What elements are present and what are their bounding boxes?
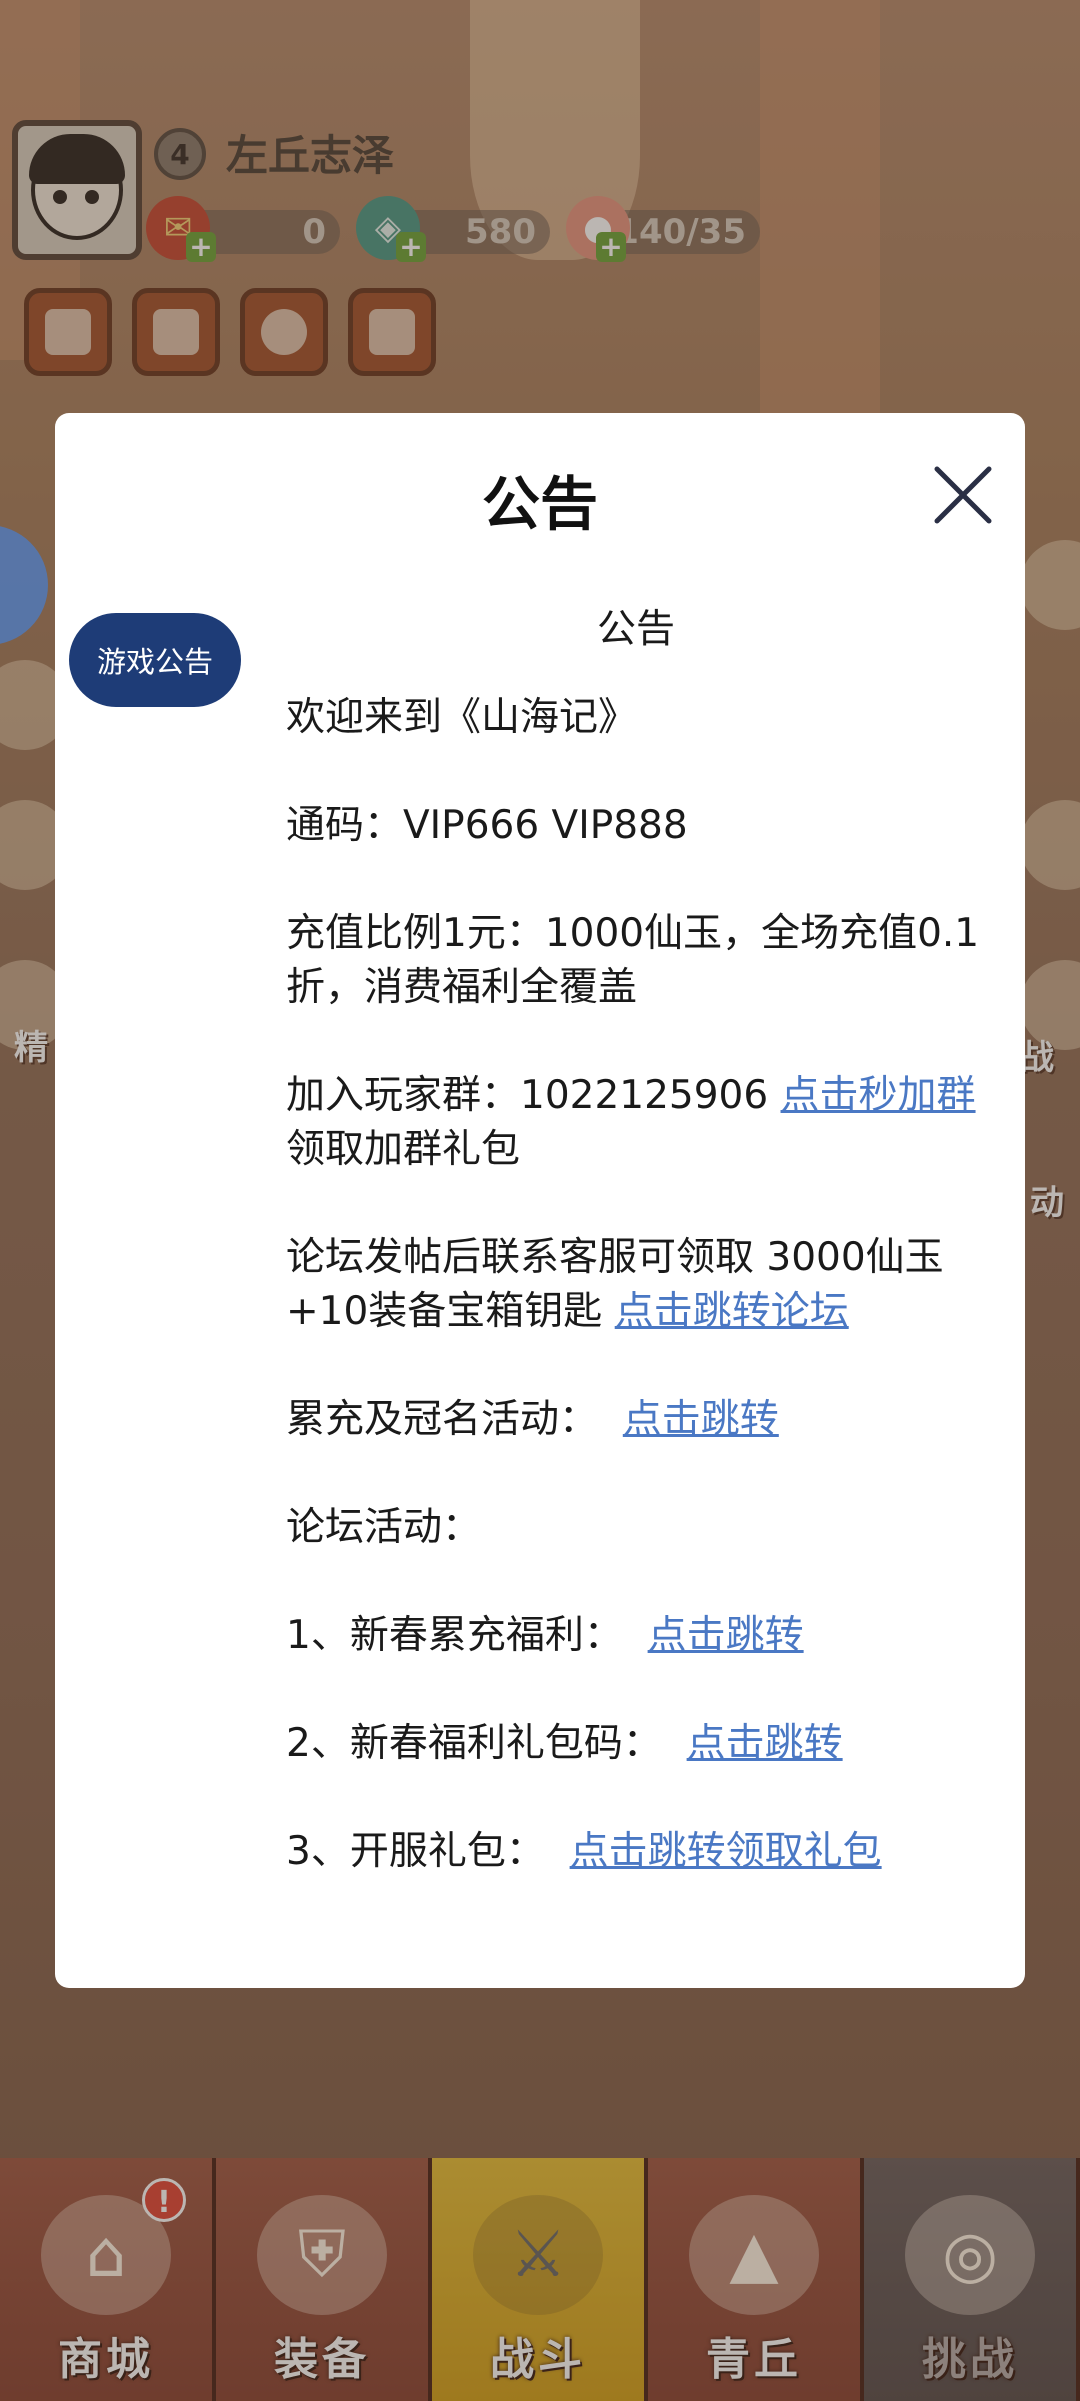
group-text-2: 领取加群礼包 — [286, 1127, 521, 1172]
content-title: 公告 — [596, 607, 675, 652]
dialog-title: 公告 — [481, 470, 598, 538]
close-icon — [934, 466, 992, 524]
announcement-content: 公告 欢迎来到《山海记》 通码：VIP666 VIP888 充值比例1元：100… — [286, 603, 986, 1933]
item-text: 2、新春福利礼包码： — [286, 1721, 687, 1766]
announcement-dialog: 公告 游戏公告 公告 欢迎来到《山海记》 通码：VIP666 VIP888 充值… — [55, 413, 1025, 1988]
forum-event-item: 3、开服礼包： 点击跳转领取礼包 — [286, 1825, 986, 1879]
event-link[interactable]: 点击跳转 — [623, 1397, 779, 1442]
item-text: 1、新春累充福利： — [286, 1613, 648, 1658]
welcome-text: 欢迎来到《山海记》 — [286, 695, 638, 740]
forum-event-item: 2、新春福利礼包码： 点击跳转 — [286, 1717, 986, 1771]
codes-text: 通码：VIP666 VIP888 — [286, 803, 688, 848]
forum-link[interactable]: 点击跳转论坛 — [615, 1289, 849, 1334]
events-paragraph: 累充及冠名活动： 点击跳转 — [286, 1393, 986, 1447]
join-group-link[interactable]: 点击秒加群 — [781, 1073, 976, 1118]
forum-events-heading: 论坛活动： — [286, 1505, 482, 1550]
forum-paragraph: 论坛发帖后联系客服可领取 3000仙玉+10装备宝箱钥匙 点击跳转论坛 — [286, 1231, 986, 1339]
event-text: 累充及冠名活动： — [286, 1397, 623, 1442]
player-group-paragraph: 加入玩家群：1022125906 点击秒加群 领取加群礼包 — [286, 1069, 986, 1177]
tab-game-announcement[interactable]: 游戏公告 — [69, 613, 241, 707]
item-link[interactable]: 点击跳转 — [648, 1613, 804, 1658]
forum-event-item: 1、新春累充福利： 点击跳转 — [286, 1609, 986, 1663]
group-text: 加入玩家群：1022125906 — [286, 1073, 781, 1118]
recharge-ratio-text: 充值比例1元：1000仙玉，全场充值0.1折，消费福利全覆盖 — [286, 911, 980, 1010]
item-link[interactable]: 点击跳转 — [687, 1721, 843, 1766]
item-text: 3、开服礼包： — [286, 1829, 570, 1874]
item-link[interactable]: 点击跳转领取礼包 — [570, 1829, 882, 1874]
close-button[interactable] — [931, 463, 995, 527]
